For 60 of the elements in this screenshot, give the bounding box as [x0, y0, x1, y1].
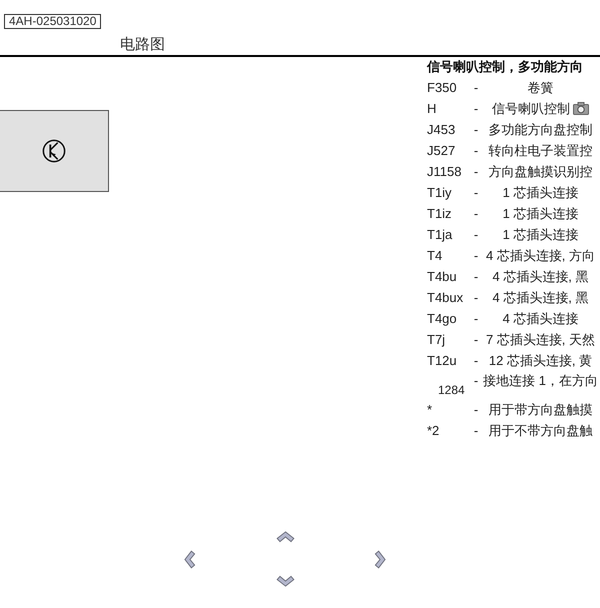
component-description: 12 芯插头连接, 黄 [488, 352, 592, 370]
component-code: T7j [427, 332, 446, 347]
chevron-left-icon[interactable] [184, 550, 196, 568]
component-description: 用于带方向盘触摸 [488, 400, 592, 418]
chevron-down-icon[interactable] [276, 575, 294, 587]
separator-dash: - [472, 227, 480, 242]
component-code: T4bux [427, 290, 464, 305]
component-code: T4 [427, 248, 444, 263]
component-code: J453 [427, 122, 456, 137]
separator-dash: - [472, 248, 480, 263]
component-code: T4go [427, 311, 458, 326]
component-description: 1 芯插头连接 [502, 226, 578, 244]
separator-dash: - [472, 269, 480, 284]
separator-dash: - [472, 164, 480, 179]
separator-dash: - [472, 402, 480, 417]
component-description: 用于不带方向盘触 [488, 422, 592, 440]
chevron-right-icon[interactable] [374, 550, 386, 568]
component-description: 多功能方向盘控制 [488, 120, 592, 138]
separator-dash: - [472, 372, 480, 390]
separator-dash: - [472, 122, 480, 137]
chevron-up-icon[interactable] [276, 531, 294, 543]
component-description: 转向柱电子装置控 [488, 142, 592, 160]
diagram-title: 电路图 [120, 36, 165, 53]
separator-dash: - [472, 290, 480, 305]
document-id-label: 4AH-025031020 [4, 14, 102, 29]
component-code: *2 [427, 423, 440, 438]
component-description: 4 芯插头连接 [502, 310, 578, 328]
separator-dash: - [472, 101, 480, 116]
component-description: 7 芯插头连接, 天然 [486, 330, 596, 348]
component-code: T4bu [427, 269, 458, 284]
component-code: T12u [427, 353, 458, 368]
component-code: T1iy [427, 185, 453, 200]
legend-heading: 信号喇叭控制，多功能方向 [427, 58, 584, 76]
component-code: J1158 [427, 164, 462, 179]
camera-icon[interactable] [573, 102, 589, 115]
component-code: T1iz [427, 206, 453, 221]
component-description: 4 芯插头连接, 黑 [492, 268, 589, 286]
component-description: 信号喇叭控制 [492, 100, 570, 118]
separator-dash: - [472, 332, 480, 347]
separator-dash: - [472, 143, 480, 158]
separator-dash: - [472, 185, 480, 200]
transistor-symbol-icon [42, 139, 66, 163]
separator-dash: - [472, 80, 480, 95]
component-description: 方向盘触摸识别控 [488, 162, 592, 180]
component-code: F350 [427, 80, 458, 95]
separator-dash: - [472, 311, 480, 326]
component-description: 卷簧 [528, 78, 554, 96]
component-code: T1ja [427, 227, 454, 242]
component-description: 1 芯插头连接 [502, 184, 578, 202]
component-code: * [427, 402, 434, 417]
separator-dash: - [472, 353, 480, 368]
separator-dash: - [472, 206, 480, 221]
component-code: H [427, 101, 438, 116]
component-code: J527 [427, 143, 456, 158]
component-description: 接地连接 1，在方向 [483, 372, 598, 390]
component-description: 4 芯插头连接, 方向 [486, 246, 596, 264]
component-description: 4 芯插头连接, 黑 [492, 288, 589, 306]
separator-dash: - [472, 423, 480, 438]
component-code: 1284 [437, 382, 466, 397]
component-description: 1 芯插头连接 [502, 204, 578, 222]
